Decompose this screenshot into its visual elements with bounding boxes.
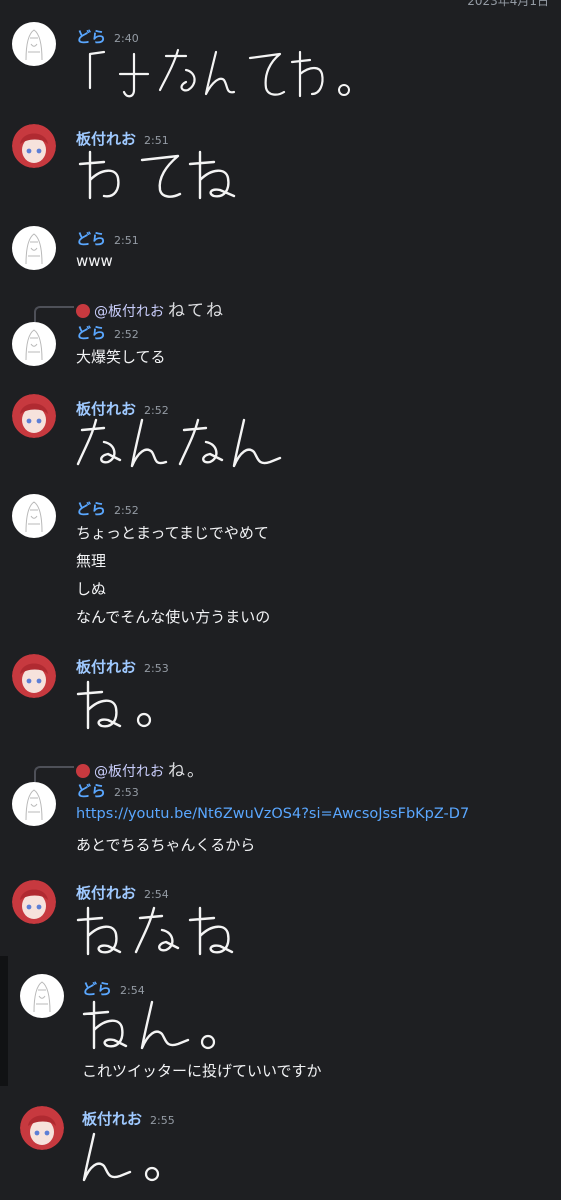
message-group[interactable]: どら 2:52 ちょっとまってまじでやめて 無理 しぬ なんでそんな使い方うまいの (0, 494, 561, 634)
avatar[interactable] (12, 226, 56, 270)
reply-preview[interactable]: @板付れお ね。 (76, 756, 206, 781)
message-group[interactable]: @板付れお ねてね どら 2:52 大爆笑してる (0, 294, 561, 374)
avatar[interactable] (12, 880, 56, 924)
reply-mention[interactable]: @板付れお (94, 764, 164, 780)
author-name[interactable]: どら (76, 500, 106, 518)
message-group[interactable]: @板付れお ね。 どら 2:53 https://youtu.be/Nt6ZwuVz… (0, 754, 561, 864)
timestamp: 2:54 (144, 888, 169, 901)
message-group[interactable]: 板付れお 2:53 (0, 654, 561, 740)
avatar[interactable] (12, 494, 56, 538)
message-text: 無理 (76, 552, 107, 570)
chat-message-list: 2023年4月1日 どら 2:40 板付れお 2:51 どら 2:51 www … (0, 0, 561, 1200)
author-name[interactable]: どら (76, 782, 106, 800)
avatar[interactable] (12, 322, 56, 366)
author-name[interactable]: 板付れお (76, 658, 136, 676)
timestamp: 2:55 (150, 1114, 175, 1127)
message-text: これツイッターに投げていいですか (82, 1062, 322, 1080)
author-name[interactable]: どら (82, 980, 112, 998)
avatar[interactable] (12, 394, 56, 438)
message-text: ちょっとまってまじでやめて (76, 524, 269, 542)
handwritten-message (80, 1130, 190, 1186)
timestamp: 2:54 (120, 984, 145, 997)
message-link[interactable]: https://youtu.be/Nt6ZwuVzOS4?si=AwcsoJss… (76, 806, 469, 822)
reply-avatar-icon (76, 764, 90, 778)
author-name[interactable]: どら (76, 324, 106, 342)
handwritten-message (74, 676, 194, 736)
timestamp: 2:51 (114, 234, 139, 247)
message-text: あとでちるちゃんくるから (76, 836, 256, 854)
reply-text: ね。 (168, 761, 206, 781)
message-group[interactable]: 板付れお 2:55 (0, 1106, 561, 1196)
author-name[interactable]: どら (76, 230, 106, 248)
avatar[interactable] (20, 974, 64, 1018)
avatar[interactable] (12, 782, 56, 826)
handwritten-message (80, 998, 250, 1054)
timestamp: 2:52 (114, 504, 139, 517)
message-group[interactable]: どら 2:40 (0, 22, 561, 112)
message-group[interactable]: 板付れお 2:54 (0, 880, 561, 966)
avatar[interactable] (12, 22, 56, 66)
avatar[interactable] (12, 124, 56, 168)
message-group[interactable]: どら 2:54 これツイッターに投げていいですか (0, 974, 561, 1084)
timestamp: 2:53 (144, 662, 169, 675)
author-name[interactable]: 板付れお (82, 1110, 142, 1128)
avatar[interactable] (20, 1106, 64, 1150)
message-text: 大爆笑してる (76, 348, 166, 366)
handwritten-message (74, 146, 274, 206)
message-text: しぬ (76, 580, 107, 598)
handwritten-message (74, 414, 314, 474)
reply-text: ねてね (168, 301, 225, 321)
message-group[interactable]: 板付れお 2:51 (0, 124, 561, 214)
message-text: www (76, 252, 113, 270)
author-name[interactable]: 板付れお (76, 884, 136, 902)
timestamp: 2:52 (114, 328, 139, 341)
handwritten-message (74, 902, 274, 962)
reply-spine-icon (34, 766, 74, 782)
handwritten-message (74, 44, 454, 104)
message-group[interactable]: 板付れお 2:52 (0, 394, 561, 484)
reply-spine-icon (34, 306, 74, 322)
message-text: なんでそんな使い方うまいの (76, 608, 271, 626)
timestamp: 2:53 (114, 786, 139, 799)
reply-mention[interactable]: @板付れお (94, 304, 164, 320)
avatar[interactable] (12, 654, 56, 698)
reply-preview[interactable]: @板付れお ねてね (76, 296, 225, 321)
date-divider: 2023年4月1日 (467, 0, 549, 8)
message-group[interactable]: どら 2:51 www (0, 226, 561, 276)
reply-avatar-icon (76, 304, 90, 318)
